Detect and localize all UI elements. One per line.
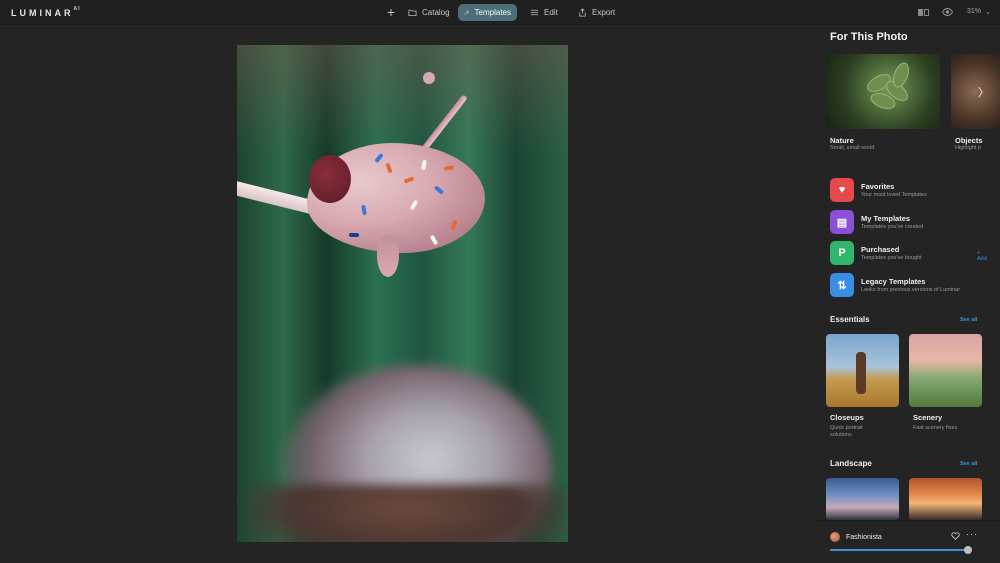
template-card-landscape-1[interactable] <box>826 478 899 520</box>
tab-edit-label: Edit <box>544 8 558 17</box>
applied-template-name: Fashionista <box>846 534 882 541</box>
collection-desc: Templates you've bought <box>861 255 922 261</box>
luminar-app-window: LUMINARAI + Catalog Templates Edit Expor… <box>0 0 1000 563</box>
tab-templates-label: Templates <box>474 8 511 17</box>
chevron-right-icon[interactable]: 〉 <box>978 84 989 100</box>
collection-name: My Templates <box>861 214 911 223</box>
app-logo: LUMINARAI <box>11 6 81 18</box>
photo-sprinkle <box>349 233 359 237</box>
closeups-card-subtitle: Quick portrait <box>830 425 863 431</box>
tab-catalog-label: Catalog <box>422 8 450 17</box>
collection-desc: Your most loved Templates <box>861 192 927 198</box>
landscape-see-all-link[interactable]: See all <box>960 461 977 467</box>
folder-icon <box>408 9 417 17</box>
collection-legacy-templates[interactable]: ⇅ Legacy Templates Looks from previous v… <box>830 273 990 297</box>
eye-icon[interactable] <box>942 8 953 16</box>
collection-my-templates[interactable]: ▤ My Templates Templates you've created <box>830 210 990 234</box>
photo-stick-tip <box>423 72 435 84</box>
collection-name: Purchased <box>861 245 900 254</box>
photo-background-glow <box>237 45 568 155</box>
tab-templates[interactable]: Templates <box>458 4 517 21</box>
objects-card-subtitle: Highlight p <box>955 145 981 151</box>
tab-export-label: Export <box>592 8 616 17</box>
template-card-objects[interactable] <box>951 54 1000 129</box>
sliders-icon <box>530 9 539 16</box>
thumb-leaf <box>889 60 913 90</box>
heart-outline-icon[interactable] <box>951 532 960 540</box>
photo-blurred-cup <box>247 485 567 542</box>
zoom-select[interactable]: 31% ⌄ <box>967 8 991 16</box>
thumb-figure <box>856 352 866 394</box>
closeups-card-subtitle-2: solutions <box>830 432 852 438</box>
top-toolbar: LUMINARAI + Catalog Templates Edit Expor… <box>0 0 1000 25</box>
templates-icon <box>464 10 469 15</box>
collection-name: Favorites <box>861 182 895 191</box>
closeups-card-title: Closeups <box>830 413 864 422</box>
template-card-landscape-2[interactable] <box>909 478 982 520</box>
nature-card-subtitle: Small, small world <box>830 145 875 151</box>
tab-edit[interactable]: Edit <box>524 4 564 21</box>
template-card-scenery[interactable] <box>909 334 982 407</box>
purchase-icon: P <box>830 241 854 265</box>
collection-desc: Templates you've created <box>861 224 924 230</box>
collection-favorites[interactable]: ♥ Favorites Your most loved Templates <box>830 178 990 202</box>
objects-card-title: Objects <box>955 136 983 145</box>
share-icon <box>579 8 586 17</box>
applied-template-bar: Fashionista ··· <box>815 520 1000 563</box>
collection-purchased[interactable]: P Purchased Templates you've bought + Ad… <box>830 241 990 265</box>
photo-drip <box>377 235 399 277</box>
legacy-icon: ⇅ <box>830 273 854 297</box>
collection-desc: Looks from previous versions of Luminar <box>861 287 961 293</box>
scenery-card-subtitle: Fast scenery fixes <box>913 425 958 431</box>
nature-card-title: Nature <box>830 136 854 145</box>
template-card-closeups[interactable] <box>826 334 899 407</box>
photo-canvas[interactable] <box>237 45 568 542</box>
add-photos-button[interactable]: + <box>384 5 398 19</box>
zoom-value: 31% <box>967 8 982 15</box>
landscape-heading: Landscape <box>830 459 872 468</box>
tab-catalog[interactable]: Catalog <box>402 4 456 21</box>
slider-handle[interactable] <box>963 546 972 554</box>
template-amount-slider[interactable] <box>830 549 968 551</box>
scenery-card-title: Scenery <box>913 413 943 422</box>
panel-title: For This Photo <box>830 31 908 43</box>
template-card-nature[interactable] <box>826 54 940 129</box>
template-avatar <box>830 532 840 542</box>
tab-export[interactable]: Export <box>572 4 621 21</box>
more-options-icon[interactable]: ··· <box>966 529 978 539</box>
chevron-down-icon: ⌄ <box>985 9 991 16</box>
template-list-icon: ▤ <box>830 210 854 234</box>
collection-name: Legacy Templates <box>861 277 926 286</box>
essentials-see-all-link[interactable]: See all <box>960 317 977 323</box>
compare-view-icon[interactable] <box>918 9 930 16</box>
add-purchased-link[interactable]: + Add <box>977 250 990 262</box>
photo-cherry <box>309 155 351 203</box>
essentials-heading: Essentials <box>830 315 870 324</box>
templates-panel: For This Photo Nature Small, small world… <box>815 25 1000 563</box>
heart-icon: ♥ <box>830 178 854 202</box>
